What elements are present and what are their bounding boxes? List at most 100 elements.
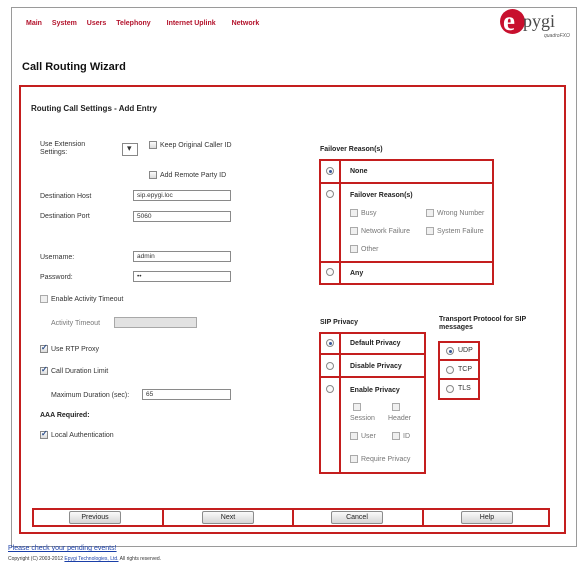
sip-privacy-title: SIP Privacy bbox=[320, 319, 359, 326]
nav-system[interactable]: System bbox=[52, 20, 77, 27]
use-extension-select[interactable] bbox=[122, 143, 138, 156]
rtp-proxy-label: Use RTP Proxy bbox=[51, 346, 99, 353]
session-label: Session bbox=[350, 415, 375, 422]
dest-port-input[interactable]: 5060 bbox=[133, 211, 231, 222]
privacy-disable-label: Disable Privacy bbox=[350, 363, 402, 370]
main-nav: Main System Users Telephony Internet Upl… bbox=[26, 20, 267, 27]
user-checkbox[interactable] bbox=[350, 432, 358, 440]
failover-none-radio[interactable] bbox=[326, 167, 334, 175]
add-remote-party-checkbox[interactable] bbox=[149, 171, 157, 179]
privacy-enable-label: Enable Privacy bbox=[350, 387, 400, 394]
local-auth-label: Local Authentication bbox=[51, 432, 114, 439]
tcp-label: TCP bbox=[458, 366, 472, 373]
transport-row-line bbox=[438, 359, 480, 361]
activity-timeout-checkbox[interactable] bbox=[40, 295, 48, 303]
session-checkbox[interactable] bbox=[353, 403, 361, 411]
cancel-button[interactable]: Cancel bbox=[331, 511, 383, 524]
call-duration-label: Call Duration Limit bbox=[51, 368, 109, 375]
system-failure-checkbox[interactable] bbox=[426, 227, 434, 235]
call-duration-checkbox[interactable] bbox=[40, 365, 48, 375]
keep-caller-id-checkbox[interactable] bbox=[149, 141, 157, 149]
id-checkbox[interactable] bbox=[392, 432, 400, 440]
system-failure-label: System Failure bbox=[437, 228, 484, 235]
header-checkbox[interactable] bbox=[392, 403, 400, 411]
privacy-enable-radio[interactable] bbox=[326, 385, 334, 393]
activity-timeout-check-label: Enable Activity Timeout bbox=[51, 296, 124, 303]
user-label: User bbox=[361, 433, 376, 440]
failover-any-label: Any bbox=[350, 270, 364, 277]
button-bar-divider bbox=[162, 508, 164, 527]
nav-network[interactable]: Network bbox=[232, 20, 260, 27]
require-privacy-checkbox[interactable] bbox=[350, 455, 358, 463]
username-label: Username: bbox=[40, 254, 75, 261]
username-input[interactable]: admin bbox=[133, 251, 231, 262]
activity-timeout-label: Activity Timeout bbox=[51, 320, 101, 327]
wrong-number-checkbox[interactable] bbox=[426, 209, 434, 217]
pending-events-link[interactable]: Please check your pending events! bbox=[8, 545, 117, 552]
logo-mark-letter: e bbox=[503, 6, 515, 36]
udp-radio[interactable] bbox=[446, 347, 454, 355]
use-extension-label: Use Extension Settings: bbox=[40, 141, 86, 156]
password-label: Password: bbox=[40, 274, 73, 281]
page-title: Call Routing Wizard bbox=[22, 61, 126, 73]
udp-label: UDP bbox=[458, 347, 473, 354]
tcp-radio[interactable] bbox=[446, 366, 454, 374]
privacy-disable-radio[interactable] bbox=[326, 362, 334, 370]
keep-caller-id-label: Keep Original Caller ID bbox=[160, 142, 232, 149]
help-button[interactable]: Help bbox=[461, 511, 513, 524]
max-duration-input[interactable]: 65 bbox=[142, 389, 231, 400]
nav-main[interactable]: Main bbox=[26, 20, 42, 27]
next-button[interactable]: Next bbox=[202, 511, 254, 524]
header-label: Header bbox=[388, 415, 411, 422]
copyright: Copyright (C) 2003-2012 Epygi Technologi… bbox=[8, 556, 161, 562]
button-bar-divider bbox=[292, 508, 294, 527]
failover-reasons-radio[interactable] bbox=[326, 190, 334, 198]
privacy-default-radio[interactable] bbox=[326, 339, 334, 347]
failover-any-radio[interactable] bbox=[326, 268, 334, 276]
company-link[interactable]: Epygi Technologies, Ltd. bbox=[64, 556, 118, 562]
logo-subtitle: quadroFXO bbox=[544, 33, 570, 39]
tls-radio[interactable] bbox=[446, 385, 454, 393]
failover-divider bbox=[339, 159, 341, 285]
failover-row-line bbox=[319, 182, 494, 184]
wizard-panel bbox=[19, 85, 566, 534]
failover-row-line bbox=[319, 261, 494, 263]
privacy-default-label: Default Privacy bbox=[350, 340, 401, 347]
epygi-logo: e pygi quadroFXO bbox=[500, 6, 578, 43]
sip-privacy-row-line bbox=[319, 376, 426, 378]
dest-host-input[interactable]: sip.epygi.loc bbox=[133, 190, 231, 201]
copyright-prefix: Copyright (C) 2003-2012 bbox=[8, 556, 64, 562]
nav-users[interactable]: Users bbox=[87, 20, 106, 27]
wrong-number-label: Wrong Number bbox=[437, 210, 485, 217]
transport-row-line bbox=[438, 378, 480, 380]
failover-none-label: None bbox=[350, 168, 368, 175]
id-label: ID bbox=[403, 433, 410, 440]
password-input[interactable]: •• bbox=[133, 271, 231, 282]
other-label: Other bbox=[361, 246, 379, 253]
local-auth-checkbox[interactable] bbox=[40, 429, 48, 439]
tls-label: TLS bbox=[458, 385, 471, 392]
previous-button[interactable]: Previous bbox=[69, 511, 121, 524]
require-privacy-label: Require Privacy bbox=[361, 456, 411, 463]
activity-timeout-input[interactable] bbox=[114, 317, 197, 328]
nav-telephony[interactable]: Telephony bbox=[116, 20, 150, 27]
aaa-required-label: AAA Required: bbox=[40, 412, 90, 419]
copyright-suffix: All rights reserved. bbox=[119, 556, 162, 562]
sip-privacy-row-line bbox=[319, 353, 426, 355]
failover-title: Failover Reason(s) bbox=[320, 146, 383, 153]
max-duration-label: Maximum Duration (sec): bbox=[51, 392, 130, 399]
network-failure-checkbox[interactable] bbox=[350, 227, 358, 235]
failover-box bbox=[319, 159, 494, 285]
dest-port-label: Destination Port bbox=[40, 213, 90, 220]
dest-host-label: Destination Host bbox=[40, 193, 92, 200]
panel-title: Routing Call Settings - Add Entry bbox=[31, 104, 157, 113]
other-checkbox[interactable] bbox=[350, 245, 358, 253]
busy-label: Busy bbox=[361, 210, 377, 217]
failover-reasons-label: Failover Reason(s) bbox=[350, 192, 413, 199]
button-bar-divider bbox=[422, 508, 424, 527]
network-failure-label: Network Failure bbox=[361, 228, 411, 235]
busy-checkbox[interactable] bbox=[350, 209, 358, 217]
nav-internet-uplink[interactable]: Internet Uplink bbox=[167, 20, 216, 27]
rtp-proxy-checkbox[interactable] bbox=[40, 343, 48, 353]
logo-text: pygi bbox=[523, 11, 556, 31]
